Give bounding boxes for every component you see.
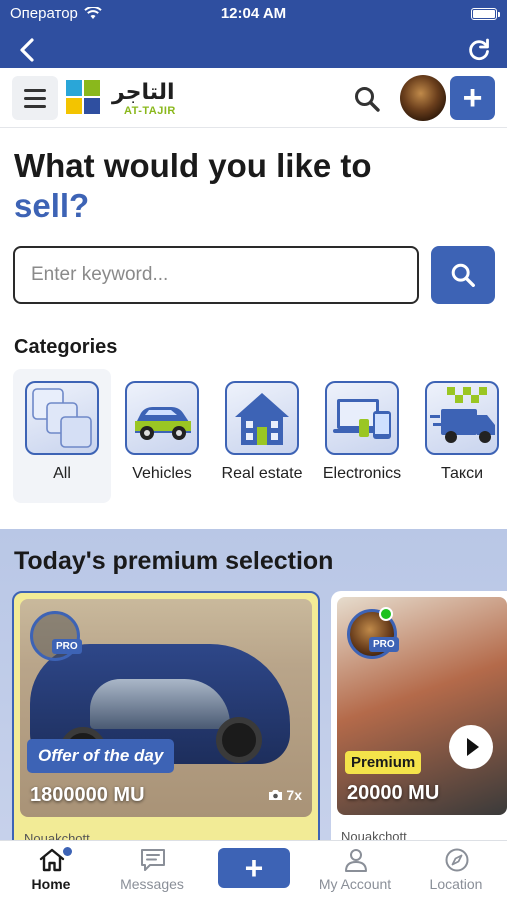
home-icon: [39, 848, 65, 872]
category-all[interactable]: All: [13, 369, 111, 503]
category-label: All: [53, 465, 71, 482]
listing-price: 20000 MU: [347, 782, 440, 804]
categories-carousel[interactable]: All Vehicles Real estate Electronics Так…: [13, 369, 507, 505]
taxi-van-icon: [425, 381, 499, 455]
devices-icon: [325, 381, 399, 455]
tab-messages[interactable]: Messages: [102, 841, 202, 900]
listing-price: 1800000 MU: [30, 784, 145, 806]
photo-count: 7x: [268, 787, 302, 803]
tab-label: My Account: [318, 876, 392, 892]
categories-heading: Categories: [14, 336, 118, 358]
back-arrow-icon[interactable]: [14, 36, 42, 64]
camera-icon: [269, 790, 283, 800]
compass-icon: [445, 848, 469, 872]
logo-arabic: التاجر: [112, 80, 175, 105]
avatar[interactable]: [400, 75, 446, 121]
category-label: Такси: [440, 465, 484, 482]
house-icon: [225, 381, 299, 455]
post-ad-button[interactable]: +: [218, 848, 290, 888]
title-accent: sell?: [14, 187, 90, 224]
logo-mark-square: [84, 80, 100, 96]
app-screen: Оператор 12:04 AM التاجر AT-TAJIR + What…: [0, 0, 507, 900]
category-label: Electronics: [322, 465, 402, 482]
photo-count-value: 7x: [286, 787, 302, 803]
pro-badge: PRO: [52, 639, 82, 654]
search-button[interactable]: [431, 246, 495, 304]
category-real-estate[interactable]: Real estate: [213, 369, 311, 503]
category-vehicles[interactable]: Vehicles: [113, 369, 211, 503]
premium-heading: Today's premium selection: [14, 547, 334, 575]
battery-icon: [471, 8, 500, 20]
search-icon: [451, 263, 475, 287]
logo-mark: [66, 80, 82, 96]
listing-photo: PRO Offer of the day 1800000 MU 7x: [20, 599, 312, 817]
notification-dot: [63, 847, 72, 856]
tab-my-account[interactable]: My Account: [305, 841, 405, 900]
listing-photo: PRO Premium 20000 MU: [337, 597, 507, 815]
offer-of-day-badge: Offer of the day: [27, 739, 175, 773]
all-categories-icon: [25, 381, 99, 455]
logo-mark-square: [84, 98, 100, 114]
tab-label: Messages: [120, 876, 184, 892]
online-status-dot: [379, 607, 393, 621]
category-label: Vehicles: [132, 465, 192, 482]
logo-mark-square: [66, 98, 82, 114]
message-icon: [141, 849, 165, 871]
pro-badge: PRO: [369, 637, 399, 652]
tab-label: Home: [31, 876, 71, 892]
tab-location[interactable]: Location: [406, 841, 506, 900]
play-icon: [467, 738, 479, 756]
category-electronics[interactable]: Electronics: [313, 369, 411, 503]
page-title: What would you like to sell?: [14, 146, 494, 226]
premium-badge: Premium: [345, 751, 422, 774]
logo-latin: AT-TAJIR: [124, 105, 176, 117]
user-icon: [345, 849, 367, 872]
top-bar: Оператор 12:04 AM: [0, 0, 507, 68]
listing-card[interactable]: PRO Premium 20000 MU Nouakchott: [331, 591, 507, 861]
tab-label: Location: [429, 876, 483, 892]
listing-card[interactable]: PRO Offer of the day 1800000 MU 7x Nouak…: [12, 591, 320, 861]
clock: 12:04 AM: [220, 5, 287, 22]
status-bar: Оператор 12:04 AM: [0, 0, 507, 30]
app-header: التاجر AT-TAJIR +: [0, 68, 507, 128]
category-taxi[interactable]: Такси: [413, 369, 507, 503]
car-icon: [125, 381, 199, 455]
add-listing-button[interactable]: +: [450, 76, 495, 120]
search-icon[interactable]: [352, 84, 382, 114]
next-card-button[interactable]: [449, 725, 493, 769]
logo[interactable]: التاجر AT-TAJIR: [66, 80, 191, 120]
bottom-tab-bar: Home Messages + My Account Location: [0, 840, 507, 900]
category-label: Real estate: [221, 465, 303, 482]
hamburger-menu-button[interactable]: [12, 76, 58, 120]
title-line: What would you like to: [14, 147, 372, 184]
refresh-icon[interactable]: [465, 36, 493, 64]
tab-home[interactable]: Home: [1, 841, 101, 900]
keyword-search-input[interactable]: [13, 246, 419, 304]
